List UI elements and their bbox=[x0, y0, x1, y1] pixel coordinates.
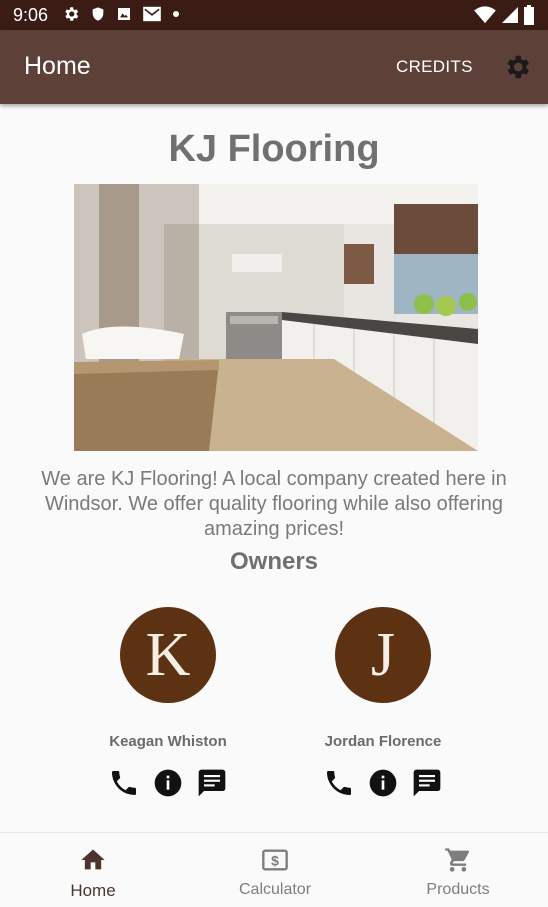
message-icon[interactable] bbox=[411, 767, 443, 799]
owner-name: Jordan Florence bbox=[324, 733, 442, 750]
message-icon[interactable] bbox=[196, 767, 228, 799]
owner-actions bbox=[283, 767, 483, 799]
status-time: 9:06 bbox=[13, 5, 49, 25]
owner-initial: J bbox=[370, 621, 396, 689]
shield-notification-icon bbox=[92, 7, 104, 21]
settings-gear-icon[interactable] bbox=[502, 52, 532, 82]
owners-heading: Owners bbox=[229, 548, 319, 575]
nav-products-label: Products bbox=[426, 881, 490, 898]
cart-icon bbox=[445, 848, 470, 872]
nav-home[interactable]: Home bbox=[2, 833, 184, 907]
owner-actions bbox=[68, 767, 268, 799]
company-description: We are KJ Flooring! A local company crea… bbox=[41, 468, 507, 540]
owner-card: K Keagan Whiston bbox=[68, 607, 268, 797]
kitchen-hero-image bbox=[74, 184, 478, 451]
battery-icon bbox=[524, 5, 534, 25]
settings-notification-icon bbox=[65, 7, 79, 21]
calculator-icon: $ bbox=[262, 849, 288, 871]
phone-icon[interactable] bbox=[323, 767, 355, 799]
app-bar-title: Home bbox=[24, 52, 91, 80]
nav-home-label: Home bbox=[70, 881, 116, 900]
nav-products[interactable]: Products bbox=[367, 833, 548, 907]
signal-icon bbox=[502, 7, 518, 23]
owner-card: J Jordan Florence bbox=[283, 607, 483, 797]
image-notification-icon bbox=[118, 8, 130, 20]
status-bar: 9:06 bbox=[0, 0, 548, 30]
mail-notification-icon bbox=[143, 6, 161, 22]
info-icon[interactable] bbox=[152, 767, 184, 799]
nav-calculator[interactable]: $ Calculator bbox=[184, 833, 366, 907]
owner-avatar: K bbox=[120, 607, 216, 703]
bottom-navigation: Home $ Calculator Products bbox=[0, 832, 548, 907]
owner-avatar: J bbox=[335, 607, 431, 703]
credits-button[interactable]: CREDITS bbox=[396, 57, 473, 77]
svg-text:$: $ bbox=[271, 852, 279, 868]
home-icon bbox=[81, 849, 105, 870]
nav-calculator-label: Calculator bbox=[238, 881, 312, 898]
app-bar: Home CREDITS bbox=[0, 30, 548, 104]
info-icon[interactable] bbox=[367, 767, 399, 799]
phone-icon[interactable] bbox=[108, 767, 140, 799]
wifi-icon bbox=[474, 6, 496, 24]
owner-name: Keagan Whiston bbox=[109, 733, 227, 750]
owner-initial: K bbox=[145, 621, 191, 689]
company-title: KJ Flooring bbox=[168, 128, 380, 170]
dot-notification-icon bbox=[173, 11, 179, 17]
